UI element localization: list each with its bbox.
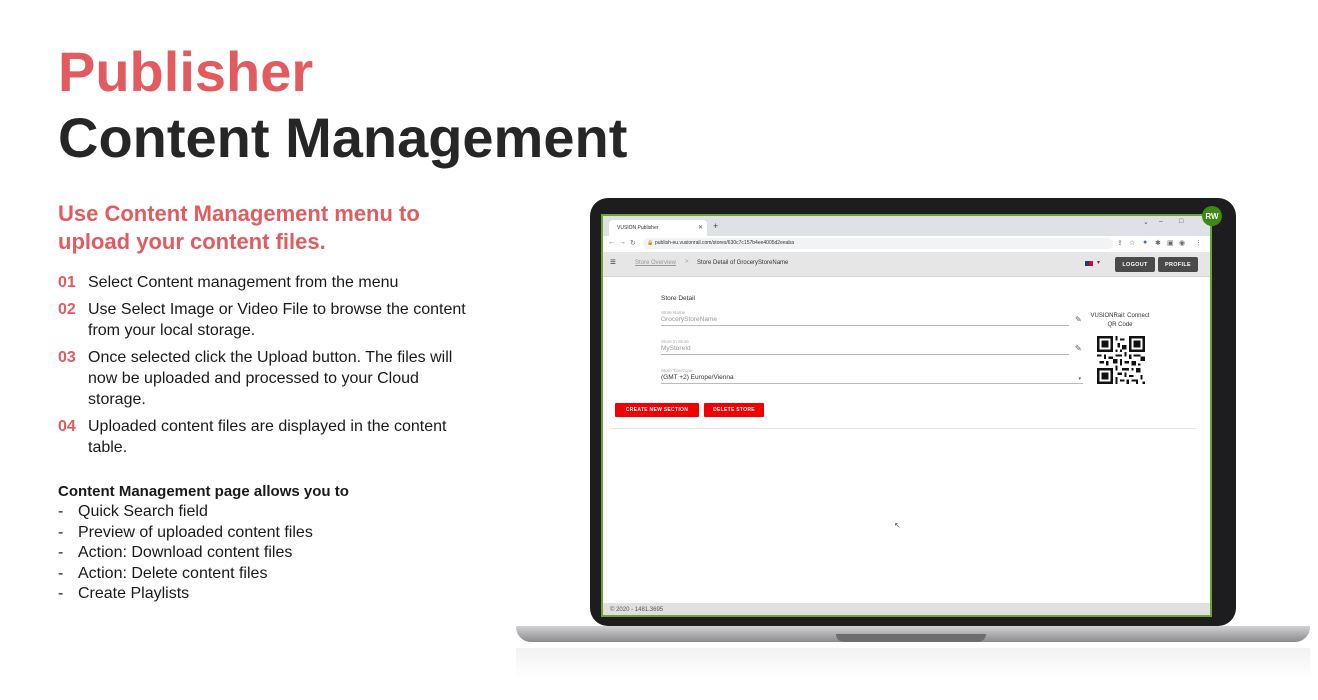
laptop-reflection [516, 648, 1310, 678]
url-input[interactable]: 🔒 publish-eu.vusionrail.com/stores/630c7… [643, 238, 1113, 249]
page-title-publisher: Publisher [58, 40, 314, 103]
delete-store-button[interactable]: DELETE STORE [704, 403, 764, 417]
chevron-down-icon[interactable]: ▾ [1097, 259, 1100, 266]
bullet-text: Action: Delete content files [78, 564, 268, 582]
step-number: 03 [58, 349, 76, 366]
url-text: publish-eu.vusionrail.com/stores/630c7c1… [655, 240, 794, 246]
list-item: - Action: Download content files [58, 543, 478, 564]
breadcrumb-current: Store Detail of GroceryStoreName [697, 260, 789, 266]
pencil-icon[interactable]: ✎ [1075, 344, 1082, 353]
pencil-icon[interactable]: ✎ [1075, 315, 1082, 324]
section-title: Store Detail [661, 295, 695, 302]
divider [611, 428, 1196, 429]
bullet-dash: - [58, 523, 64, 541]
app-header: ≡ Store Overview > Store Detail of Groce… [603, 252, 1210, 277]
extension-icon[interactable]: ● [1143, 239, 1147, 246]
bullet-dash: - [58, 564, 64, 582]
bullet-text: Preview of uploaded content files [78, 523, 313, 541]
caret-down-icon: ▾ [1078, 376, 1081, 382]
bullet-text: Create Playlists [78, 585, 190, 603]
browser-addressbar: ← → ↻ 🔒 publish-eu.vusionrail.com/stores… [603, 236, 1210, 253]
back-icon[interactable]: ← [608, 239, 615, 246]
chevron-down-icon[interactable]: ⌄ [1143, 218, 1149, 226]
field-value: GroceryStoreName [661, 316, 717, 323]
allows-section: Content Management page allows you to -Q… [58, 482, 478, 605]
step-item: 02 Use Select Image or Video File to bro… [58, 299, 478, 341]
list-item: - Action: Delete content files [58, 564, 478, 585]
field-value: MyStoreId [661, 345, 691, 352]
app-footer: © 2020 - 1481.3695 [603, 603, 1210, 615]
mouse-cursor-icon: ↖ [894, 521, 901, 530]
qr-code [1097, 336, 1145, 384]
list-item: - Quick Search field [58, 502, 478, 523]
step-item: 04 Uploaded content files are displayed … [58, 416, 478, 458]
laptop-screen: VUSION Publisher ✕ + ⌄ – □ ← → ↻ 🔒 publi… [601, 214, 1212, 617]
field-value: (GMT +2) Europe/Vienna [661, 374, 734, 381]
breadcrumb-store-overview[interactable]: Store Overview [635, 260, 676, 266]
language-flag-icon[interactable] [1085, 261, 1093, 266]
reload-icon[interactable]: ↻ [630, 239, 636, 247]
maximize-icon[interactable]: □ [1179, 218, 1183, 225]
browser-tab[interactable]: VUSION Publisher ✕ [609, 220, 707, 236]
step-text: Uploaded content files are displayed in … [88, 418, 447, 456]
logout-button[interactable]: LOGOUT [1115, 257, 1155, 272]
page-title-content-management: Content Management [58, 106, 628, 169]
bullet-dash: - [58, 544, 64, 562]
star-icon[interactable]: ☆ [1129, 239, 1135, 247]
bullet-text: Quick Search field [78, 503, 208, 520]
minimize-icon[interactable]: – [1159, 218, 1163, 225]
more-icon[interactable]: ⋮ [1195, 239, 1202, 247]
user-avatar-badge: RW [1202, 206, 1222, 226]
store-timezone-select[interactable]: Store Timezone (GMT +2) Europe/Vienna ▾ [661, 368, 1083, 384]
step-item: 01 Select Content management from the me… [58, 272, 478, 293]
bullet-dash: - [58, 585, 64, 603]
profile-button[interactable]: PROFILE [1158, 257, 1198, 272]
steps-list: 01 Select Content management from the me… [58, 272, 478, 464]
step-number: 04 [58, 418, 76, 435]
step-item: 03 Once selected click the Upload button… [58, 347, 478, 410]
browser-tabbar: VUSION Publisher ✕ + ⌄ – □ [603, 216, 1210, 236]
laptop-notch [836, 634, 986, 642]
allows-heading: Content Management page allows you to [58, 483, 349, 500]
profile-icon[interactable]: ◉ [1179, 239, 1185, 247]
store-name-field[interactable]: Store Name GroceryStoreName [661, 310, 1069, 326]
step-number: 01 [58, 274, 76, 291]
list-item: - Preview of uploaded content files [58, 523, 478, 544]
step-text: Select Content management from the menu [88, 274, 399, 291]
sidebar-icon[interactable]: ▣ [1167, 239, 1174, 247]
lock-icon: 🔒 [647, 240, 654, 246]
breadcrumb-separator: > [685, 259, 689, 265]
bullet-text: Action: Download content files [78, 544, 293, 562]
forward-icon[interactable]: → [619, 239, 626, 246]
puzzle-icon[interactable]: ✱ [1155, 239, 1161, 247]
close-icon[interactable]: ✕ [698, 224, 703, 231]
hamburger-menu-icon[interactable]: ≡ [610, 257, 616, 268]
bullet-dash: - [58, 503, 64, 520]
store-detail-content: Store Detail Store Name GroceryStoreName… [603, 277, 1210, 603]
share-icon[interactable]: ⇪ [1117, 239, 1123, 247]
plus-icon[interactable]: + [713, 221, 718, 231]
step-number: 02 [58, 301, 76, 318]
subtitle: Use Content Management menu to upload yo… [58, 201, 420, 254]
step-text: Use Select Image or Video File to browse… [88, 301, 466, 339]
create-new-section-button[interactable]: CREATE NEW SECTION [615, 403, 699, 417]
step-text: Once selected click the Upload button. T… [88, 349, 453, 408]
qr-code-label: VUSIONRail: Connect QR Code [1090, 313, 1150, 328]
store-id-field[interactable]: Store In Store MyStoreId [661, 339, 1069, 355]
tab-title: VUSION Publisher [617, 225, 659, 231]
list-item: - Create Playlists [58, 584, 478, 605]
